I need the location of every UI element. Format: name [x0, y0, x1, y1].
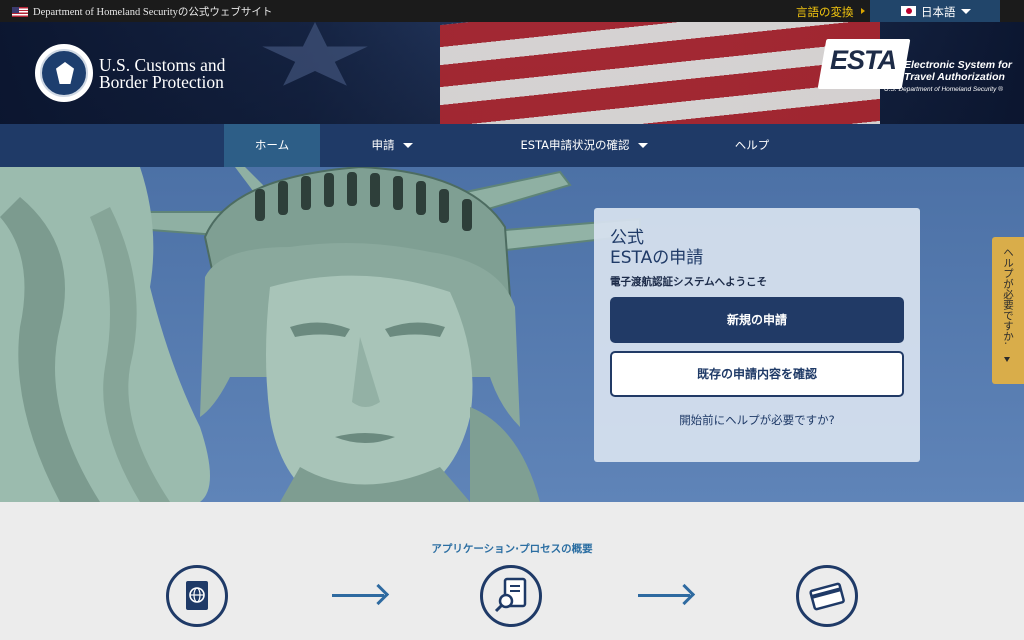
- agency-name[interactable]: U.S. Customs and Border Protection: [99, 56, 225, 92]
- nav-item-home[interactable]: ホーム: [224, 124, 320, 167]
- esta-tagline: Electronic System for Travel Authorizati…: [904, 59, 1012, 83]
- site-header: U.S. Customs and Border Protection ESTA …: [0, 22, 1024, 124]
- esta-subline: U.S. Department of Homeland Security ®: [884, 86, 1003, 93]
- check-existing-application-button[interactable]: 既存の申請内容を確認: [610, 351, 904, 397]
- nav-item-check-status[interactable]: ESTA申請状況の確認: [508, 124, 660, 167]
- card-title: ESTAの申請: [610, 248, 704, 268]
- step-passport: [166, 565, 228, 627]
- eagle-icon: [56, 62, 74, 84]
- agency-name-line2: Border Protection: [99, 72, 224, 92]
- chevron-down-icon: [961, 9, 971, 14]
- step-review: [480, 565, 542, 627]
- banner-star-decoration: [262, 22, 368, 86]
- help-tab-label: ヘルプが必要ですか.: [1002, 247, 1014, 345]
- help-before-start-link[interactable]: 開始前にヘルプが必要ですか?: [594, 412, 920, 428]
- step-payment: [796, 565, 858, 627]
- japan-flag-icon: [901, 6, 916, 16]
- nav-item-apply[interactable]: 申請: [348, 124, 436, 167]
- new-application-button[interactable]: 新規の申請: [610, 297, 904, 343]
- arrow-right-icon: [332, 594, 384, 597]
- esta-logo[interactable]: ESTA Electronic System for Travel Author…: [817, 37, 1012, 117]
- nav-item-help[interactable]: ヘルプ: [716, 124, 788, 167]
- main-nav: ホーム 申請 ESTA申請状況の確認 ヘルプ: [0, 124, 1024, 167]
- language-toggle-label[interactable]: 言語の変換: [796, 4, 854, 20]
- chevron-down-icon: [637, 143, 648, 148]
- esta-wordmark: ESTA: [830, 45, 897, 75]
- card-welcome-text: 電子渡航認証システムへようこそ: [610, 276, 768, 288]
- caret-right-icon: [861, 8, 865, 14]
- hero-banner: 公式 ESTAの申請 電子渡航認証システムへようこそ 新規の申請 既存の申請内容…: [0, 167, 1024, 502]
- apply-card: 公式 ESTAの申請 電子渡航認証システムへようこそ 新規の申請 既存の申請内容…: [594, 208, 920, 462]
- gov-banner-text: Department of Homeland Securityの公式ウェブサイト: [33, 7, 273, 18]
- gov-banner: Department of Homeland Securityの公式ウェブサイト…: [0, 0, 1024, 22]
- help-side-tab[interactable]: ヘルプが必要ですか.: [992, 237, 1024, 384]
- dhs-seal-logo[interactable]: [35, 44, 93, 102]
- us-flag-icon: [12, 7, 28, 17]
- chevron-down-icon: [402, 143, 413, 148]
- language-select[interactable]: 日本語: [870, 0, 1000, 22]
- caret-down-icon: [1004, 357, 1010, 362]
- arrow-right-icon: [638, 594, 690, 597]
- process-title: アプリケーション·プロセスの概要: [431, 543, 593, 555]
- banner-flag-stripes: [440, 22, 880, 124]
- credit-card-icon: [809, 582, 845, 611]
- passport-icon: [186, 581, 208, 610]
- process-overview: アプリケーション·プロセスの概要: [0, 502, 1024, 640]
- language-select-value: 日本語: [921, 5, 956, 19]
- document-search-icon: [494, 577, 527, 613]
